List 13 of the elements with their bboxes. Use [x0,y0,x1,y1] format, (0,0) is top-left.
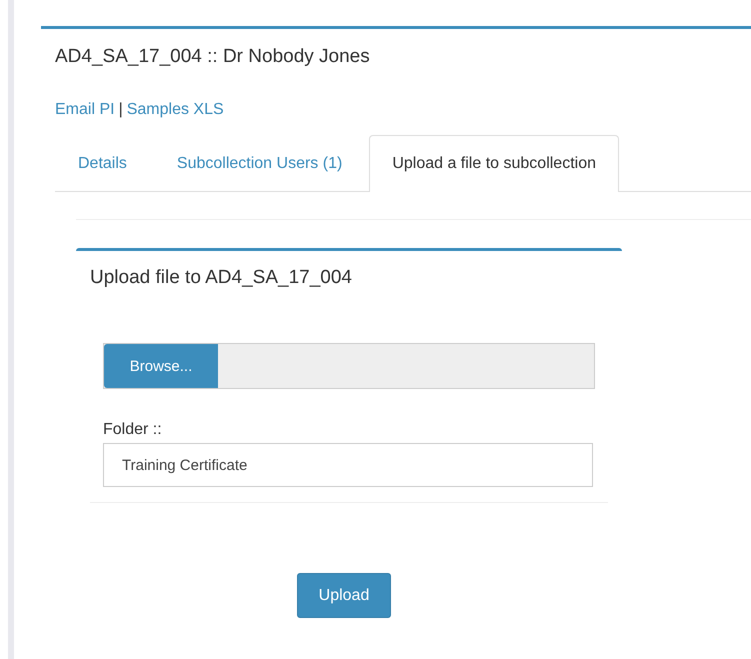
folder-field[interactable]: Training Certificate [103,443,593,487]
link-separator: | [118,101,123,119]
file-field[interactable]: Browse... [103,343,595,389]
folder-label: Folder :: [103,421,163,439]
header-link[interactable]: Samples XLS [126,101,224,119]
upload-button[interactable]: Upload [297,573,391,618]
tab[interactable]: Upload a file to subcollection [369,135,619,192]
tab[interactable]: Details [55,135,150,191]
header-link[interactable]: Email PI [55,101,115,119]
page-title: AD4_SA_17_004 :: Dr Nobody Jones [55,46,371,68]
tab[interactable]: Subcollection Users (1) [154,135,366,191]
card-title: Upload file to AD4_SA_17_004 [90,267,353,289]
browse-button[interactable]: Browse... [104,344,218,388]
